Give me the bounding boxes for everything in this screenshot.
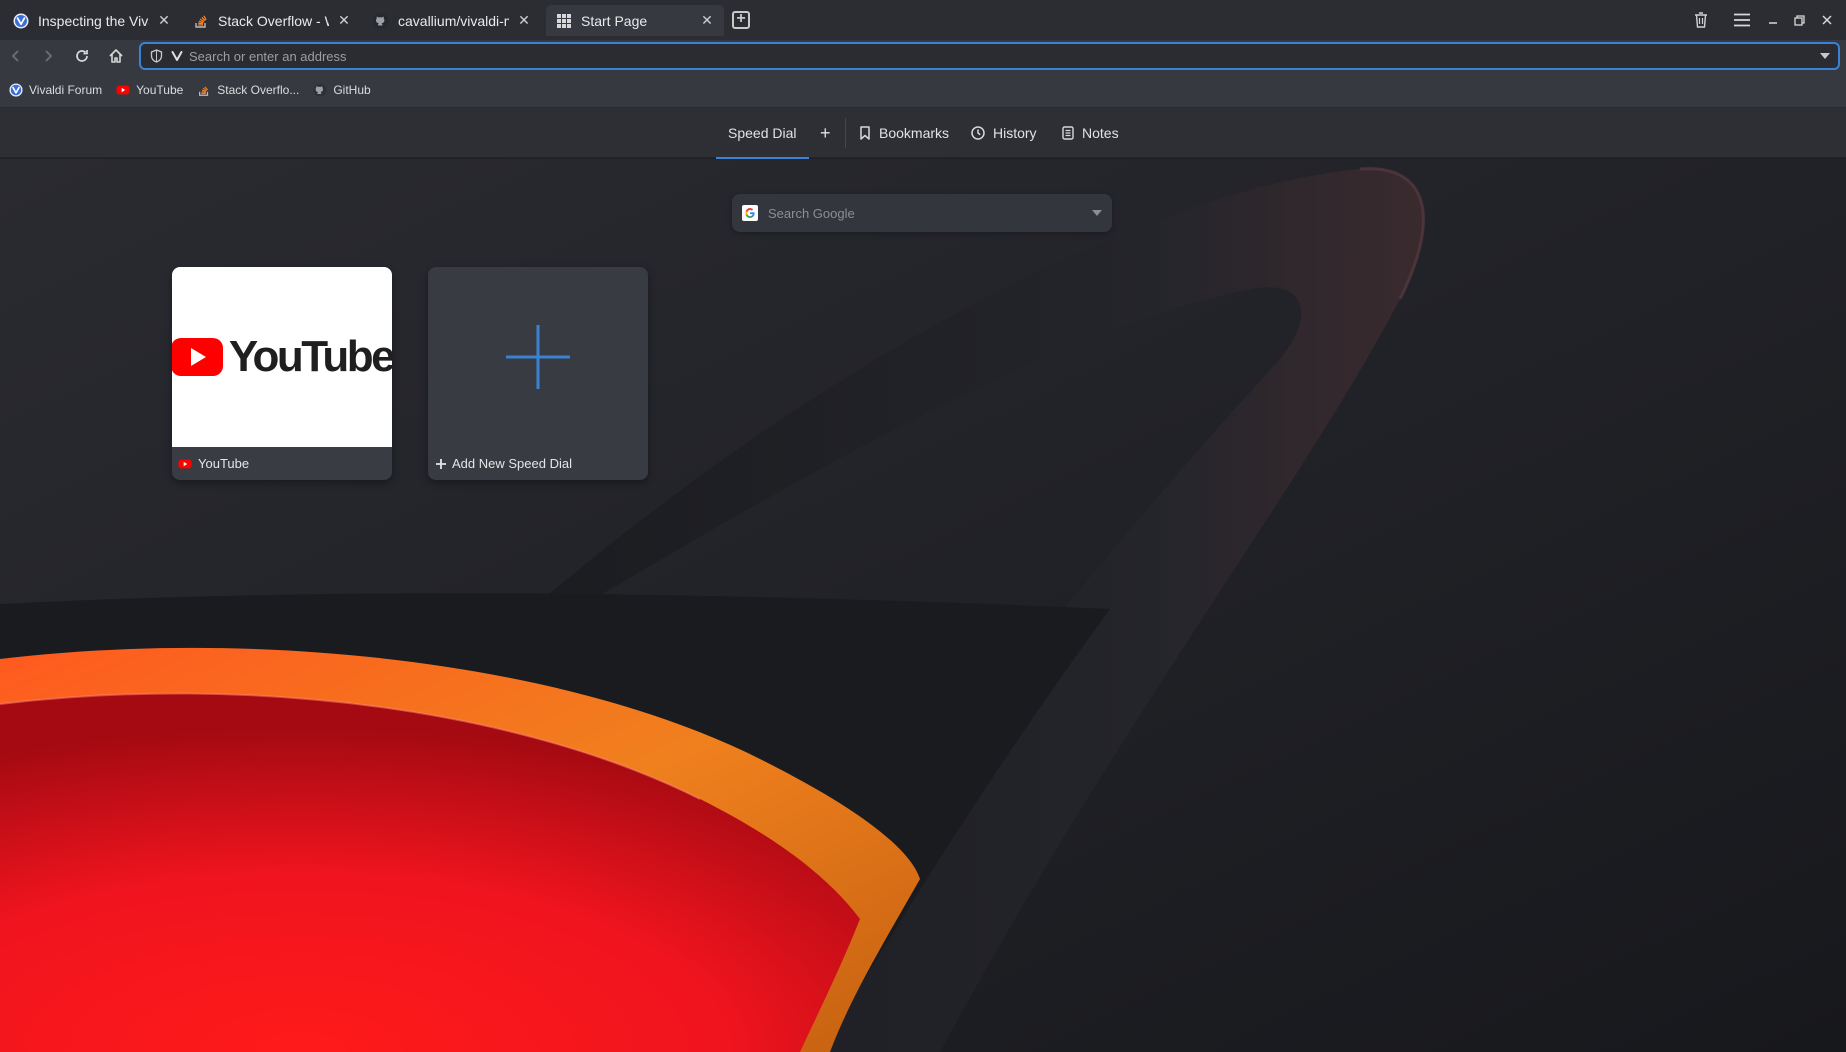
vivaldi-icon [9, 82, 23, 97]
vivaldi-icon [13, 13, 29, 29]
tab-bar: Inspecting the Vivaldi ✕ Stack Overflow … [0, 0, 1846, 40]
bookmark-label: GitHub [333, 82, 371, 97]
grid-icon [556, 13, 572, 29]
add-speed-dial-group-button[interactable]: + [815, 108, 836, 158]
youtube-wordmark: YouTube [228, 332, 392, 381]
search-box[interactable] [732, 194, 1112, 232]
tab-bookmarks[interactable]: Bookmarks [859, 108, 949, 158]
youtube-icon [116, 83, 130, 97]
chevron-down-icon[interactable] [1092, 210, 1102, 216]
new-tab-button[interactable]: + [732, 11, 750, 29]
reload-icon [76, 50, 88, 62]
tab-title: Inspecting the Vivaldi [38, 12, 149, 29]
tab-stack-overflow[interactable]: Stack Overflow - When ✕ [183, 5, 361, 36]
youtube-thumbnail: YouTube [172, 267, 392, 447]
youtube-icon [178, 457, 192, 471]
stackoverflow-icon [197, 83, 211, 97]
vivaldi-v-icon [171, 50, 183, 62]
speed-dial-title: Add New Speed Dial [452, 456, 572, 471]
arrow-left-icon [11, 50, 19, 62]
bookmark-github[interactable]: GitHub [313, 82, 371, 97]
tab-speed-dial[interactable]: Speed Dial [716, 108, 809, 159]
separator [845, 118, 846, 148]
tab-inspecting-vivaldi[interactable]: Inspecting the Vivaldi ✕ [3, 5, 181, 36]
bookmark-label: YouTube [136, 82, 184, 97]
speed-dial-caption: Add New Speed Dial [428, 447, 648, 480]
forward-button[interactable] [36, 44, 60, 68]
speed-dial-youtube[interactable]: YouTube YouTube [172, 267, 392, 480]
google-icon [742, 205, 758, 221]
arrow-right-icon [45, 50, 53, 62]
youtube-logo-icon [172, 338, 223, 376]
chevron-down-icon[interactable] [1820, 53, 1830, 59]
speed-dial-label: Speed Dial [728, 125, 797, 141]
restore-icon[interactable] [1786, 0, 1813, 40]
reload-button[interactable] [70, 44, 94, 68]
plus-icon: + [820, 122, 831, 143]
minimize-icon[interactable] [1759, 0, 1786, 40]
add-new-speed-dial[interactable]: Add New Speed Dial [428, 267, 648, 480]
start-page-navigation: Speed Dial + Bookmarks History Notes [0, 108, 1846, 159]
home-button[interactable] [104, 44, 128, 68]
home-icon [109, 49, 123, 63]
stackoverflow-icon [193, 13, 209, 29]
shield-icon[interactable] [150, 49, 163, 63]
bookmarks-label: Bookmarks [879, 125, 950, 141]
search-input[interactable] [766, 204, 1092, 222]
history-label: History [993, 125, 1037, 141]
close-icon[interactable]: ✕ [337, 12, 351, 29]
add-speed-dial-thumbnail [428, 267, 648, 447]
trash-icon[interactable] [1687, 0, 1714, 40]
address-field[interactable] [139, 42, 1840, 70]
tab-start-page[interactable]: Start Page ✕ [546, 5, 724, 36]
notes-label: Notes [1082, 125, 1119, 141]
bookmark-vivaldi-forum[interactable]: Vivaldi Forum [9, 83, 102, 97]
bookmark-stack-overflow[interactable]: Stack Overflo... [197, 83, 299, 97]
close-icon[interactable]: ✕ [157, 12, 171, 29]
address-input[interactable] [183, 48, 1820, 64]
close-icon[interactable]: ✕ [700, 12, 714, 29]
clock-icon [971, 126, 985, 140]
back-button[interactable] [4, 44, 28, 68]
tab-notes[interactable]: Notes [1062, 108, 1119, 158]
tab-title: cavallium/vivaldi-mod [398, 12, 509, 29]
tab-history[interactable]: History [971, 108, 1037, 158]
close-icon[interactable]: ✕ [517, 12, 531, 29]
tab-github[interactable]: cavallium/vivaldi-mod ✕ [363, 5, 541, 36]
address-bar [0, 40, 1846, 72]
tab-title: Start Page [581, 12, 648, 29]
github-icon [373, 13, 389, 29]
close-icon[interactable] [1813, 0, 1840, 40]
window-controls [1687, 0, 1846, 40]
bookmark-label: Stack Overflo... [217, 82, 300, 97]
plus-icon [505, 324, 571, 390]
bookmark-label: Vivaldi Forum [29, 82, 103, 97]
speed-dial-title: YouTube [198, 456, 250, 471]
menu-icon[interactable] [1728, 0, 1755, 40]
github-icon [313, 82, 327, 97]
bookmark-youtube[interactable]: YouTube [116, 83, 183, 97]
bookmark-icon [859, 126, 871, 140]
notes-icon [1062, 126, 1074, 140]
tab-title: Stack Overflow - When [218, 12, 329, 29]
speed-dial-caption: YouTube [172, 447, 392, 480]
plus-icon [436, 458, 446, 469]
bookmark-bar: Vivaldi Forum YouTube Stack Overflo... G… [0, 72, 1846, 108]
